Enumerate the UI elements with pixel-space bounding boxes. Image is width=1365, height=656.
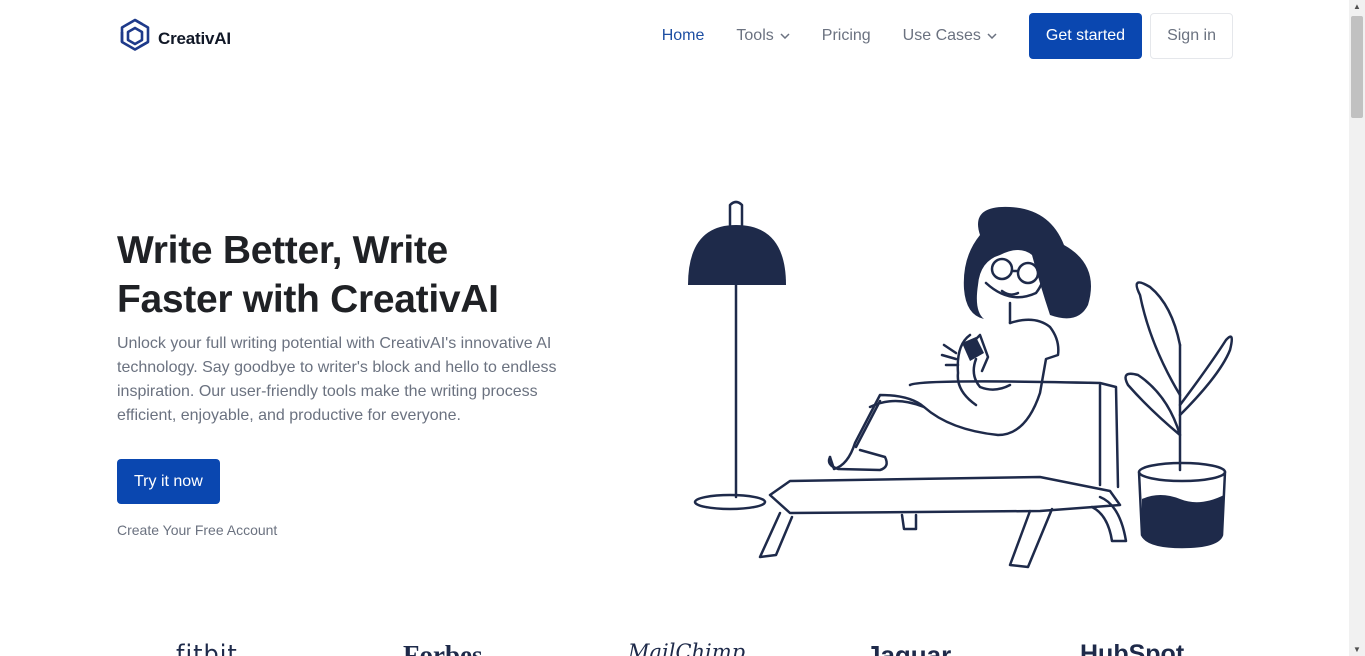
hero-description: Unlock your full writing potential with …: [117, 335, 557, 424]
chevron-down-icon: [987, 30, 997, 42]
nav-use-cases[interactable]: Use Cases: [903, 13, 997, 59]
get-started-button[interactable]: Get started: [1028, 13, 1143, 59]
scroll-down-arrow-icon[interactable]: ▼: [1353, 645, 1361, 654]
hero-title-line-1: Write Better, Write: [117, 229, 448, 272]
forbes-logo: Forbes: [403, 640, 483, 656]
nav-pricing-label: Pricing: [821, 27, 871, 44]
hero-title: Write Better, Write Faster with CreativA…: [117, 226, 597, 324]
nav-tools[interactable]: Tools: [736, 13, 790, 59]
chevron-down-icon: [780, 30, 790, 42]
nav-tools-label: Tools: [736, 27, 774, 44]
page-scrollbar[interactable]: ▲ ▼: [1349, 0, 1365, 656]
hero-illustration: [680, 195, 1240, 580]
nav-home[interactable]: Home: [662, 13, 705, 59]
logo-link[interactable]: CreativAI: [118, 18, 231, 59]
fitbit-logo: fitbit: [176, 640, 238, 656]
sign-in-button[interactable]: Sign in: [1150, 13, 1233, 59]
mailchimp-logo: MailChimp: [628, 640, 746, 656]
scroll-up-arrow-icon[interactable]: ▲: [1353, 2, 1361, 11]
nav-use-cases-label: Use Cases: [902, 27, 981, 44]
logo-text: CreativAI: [158, 28, 231, 48]
create-free-account-link[interactable]: Create Your Free Account: [117, 522, 277, 538]
main-nav: Home Tools Pricing Use Cases Get started…: [662, 13, 1233, 59]
jaguar-logo: Jaguar: [866, 640, 952, 656]
scrollbar-thumb[interactable]: [1351, 16, 1363, 118]
nav-home-label: Home: [661, 27, 705, 44]
site-header: CreativAI Home Tools Pricing Use Cases G…: [0, 0, 1349, 72]
nav-pricing[interactable]: Pricing: [822, 13, 871, 59]
creativai-logo-icon: [118, 18, 152, 59]
hubspot-logo: HubSpot: [1080, 640, 1185, 656]
try-it-now-button[interactable]: Try it now: [117, 459, 220, 504]
brand-logos: fitbit Forbes MailChimp Jaguar HubSpot: [0, 630, 1349, 656]
hero-title-line-2: Faster with CreativAI: [117, 278, 499, 321]
